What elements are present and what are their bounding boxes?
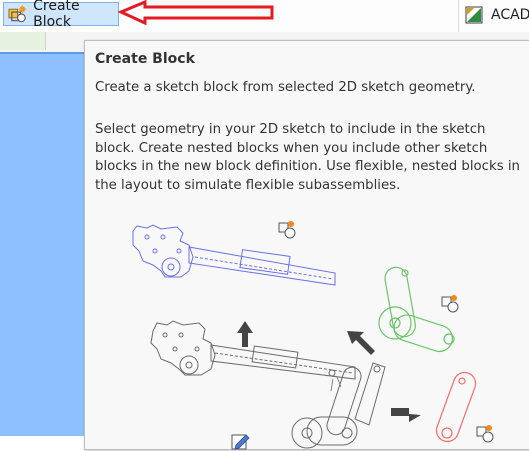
left-panel-edge — [0, 52, 84, 54]
red-arrow-icon — [118, 0, 274, 26]
tooltip-body: Select geometry in your 2D sketch to inc… — [95, 122, 520, 193]
edit-sketch-icon — [231, 434, 250, 450]
acad-icon — [465, 6, 483, 24]
tooltip-illustration — [132, 221, 494, 450]
acad-button[interactable]: ACAD — [465, 6, 529, 24]
create-block-label: Create Block — [33, 0, 80, 30]
ribbon-tab-highlight — [0, 32, 46, 50]
tooltip-summary: Create a sketch block from selected 2D s… — [95, 80, 476, 95]
tooltip-title: Create Block — [95, 51, 195, 67]
block-icon-green — [441, 295, 459, 313]
gray-sketch — [150, 320, 386, 449]
acad-label: ACAD — [491, 7, 529, 23]
arrow-diagonal-icon — [347, 331, 375, 355]
left-panel — [0, 52, 84, 436]
ribbon-separator — [458, 0, 459, 32]
green-sketch — [378, 266, 455, 353]
create-block-button[interactable]: Create Block — [3, 0, 119, 30]
red-sketch — [435, 371, 477, 443]
blue-sketch — [132, 224, 336, 286]
arrow-up-icon — [237, 321, 253, 347]
block-icon-top — [278, 221, 296, 239]
create-block-icon — [8, 5, 27, 23]
create-block-tooltip: Create Block Create a sketch block from … — [84, 40, 529, 450]
block-icon-red — [476, 425, 494, 443]
arrow-right-icon — [391, 408, 421, 422]
